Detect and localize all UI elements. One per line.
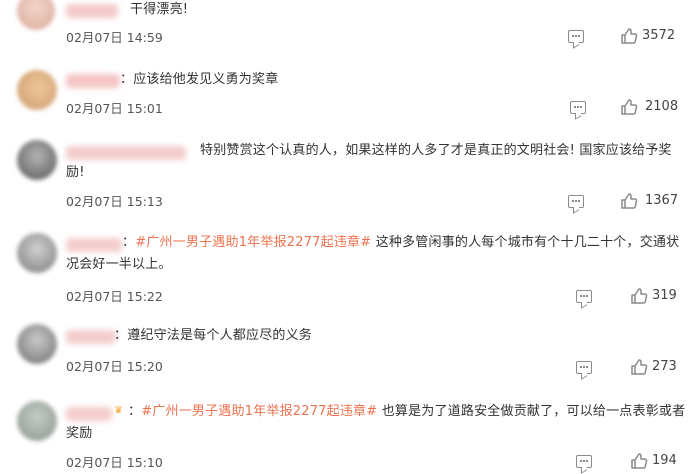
comment-body: 应该给他发见义勇为奖章 <box>133 72 279 87</box>
comment-time: 02月07日 15:22 <box>66 289 163 304</box>
username-blurred[interactable] <box>66 407 112 421</box>
comment-time: 02月07日 15:20 <box>66 359 163 374</box>
like-count: 273 <box>652 359 677 374</box>
comment-icon[interactable] <box>576 455 592 468</box>
avatar[interactable] <box>17 324 57 364</box>
like-count: 3572 <box>642 28 676 43</box>
comment-text: 干得漂亮! <box>130 2 189 17</box>
comment-text: ：#广州一男子遇助1年举报2277起违章# 也算是为了道路安全做贡献了，可以给一… <box>128 404 686 419</box>
comment-text: 励! <box>66 165 85 180</box>
username-blurred[interactable] <box>66 146 186 160</box>
comment-icon[interactable] <box>576 361 592 374</box>
comment-time: 02月07日 14:59 <box>66 30 163 45</box>
thumbs-up-icon[interactable] <box>620 98 638 116</box>
thumbs-up-icon[interactable] <box>630 287 648 305</box>
comment-text: 奖励 <box>66 426 93 441</box>
avatar[interactable] <box>17 233 57 273</box>
avatar[interactable] <box>17 140 57 180</box>
comment-icon[interactable] <box>568 195 584 208</box>
like-count: 2108 <box>645 99 679 114</box>
comment-time: 02月07日 15:01 <box>66 101 163 116</box>
comment-body: 也算是为了道路安全做贡献了，可以给一点表彰或者 <box>381 404 686 419</box>
thumbs-up-icon[interactable] <box>620 192 638 210</box>
hashtag-link[interactable]: #广州一男子遇助1年举报2277起违章# <box>141 404 377 419</box>
avatar[interactable] <box>17 70 57 110</box>
crown-icon: ♛ <box>114 405 123 416</box>
comment-text: 况会好一半以上。 <box>66 257 172 272</box>
comment-time: 02月07日 15:13 <box>66 194 163 209</box>
thumbs-up-icon[interactable] <box>630 358 648 376</box>
thumbs-up-icon[interactable] <box>620 27 638 45</box>
comment-icon[interactable] <box>576 290 592 303</box>
comment-icon[interactable] <box>570 101 586 114</box>
like-count: 1367 <box>645 193 679 208</box>
comment-icon[interactable] <box>568 30 584 43</box>
hashtag-link[interactable]: #广州一男子遇助1年举报2277起违章# <box>135 235 371 250</box>
username-blurred[interactable] <box>66 74 120 88</box>
like-count: 319 <box>652 288 677 303</box>
comment-text: ：#广州一男子遇助1年举报2277起违章# 这种多管闲事的人每个城市有个十几二十… <box>122 235 680 250</box>
like-count: 194 <box>652 453 677 468</box>
avatar[interactable] <box>17 0 55 30</box>
username-blurred[interactable] <box>66 238 122 252</box>
thumbs-up-icon[interactable] <box>630 452 648 470</box>
username-blurred[interactable] <box>66 330 116 344</box>
comment-text: 特别赞赏这个认真的人，如果这样的人多了才是真正的文明社会! 国家应该给予奖 <box>200 143 672 158</box>
comment-time: 02月07日 15:10 <box>66 455 163 470</box>
comment-body: 这种多管闲事的人每个城市有个十几二十个，交通状 <box>375 235 680 250</box>
comment-text: ：应该给他发见义勇为奖章 <box>120 72 279 87</box>
username-blurred[interactable] <box>66 4 118 18</box>
comment-body: 遵纪守法是每个人都应尽的义务 <box>127 328 313 343</box>
comment-text: ：遵纪守法是每个人都应尽的义务 <box>114 328 313 343</box>
avatar[interactable] <box>17 401 57 441</box>
